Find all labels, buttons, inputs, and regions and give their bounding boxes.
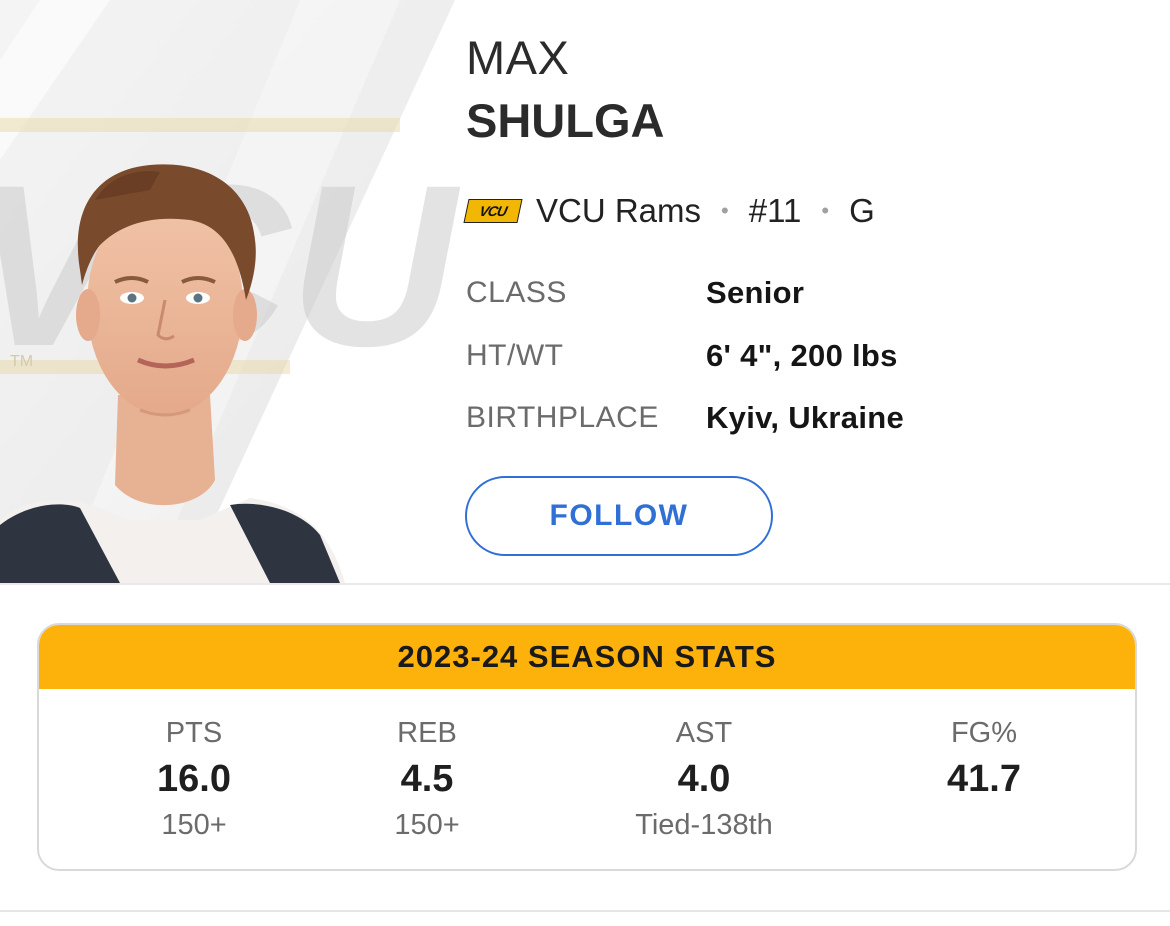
player-header: VCU TM (0, 0, 1170, 583)
stat-rank: Tied-138th (635, 809, 773, 841)
player-position: G (849, 192, 875, 229)
stat-label: AST (675, 717, 733, 749)
stat-label: FG% (950, 717, 1018, 749)
info-row-birthplace: BIRTHPLACE Kyiv, Ukraine (466, 396, 904, 440)
svg-text:TM: TM (10, 353, 33, 370)
separator-dot: • (721, 198, 729, 223)
season-stats-title: 2023-24 SEASON STATS (39, 625, 1135, 689)
team-name-link[interactable]: VCU Rams (536, 192, 701, 230)
stat-assists: AST 4.0 Tied-138th (574, 713, 834, 845)
team-logo-icon: VCU (463, 199, 523, 223)
stat-label: REB (397, 717, 457, 749)
stat-value: 4.0 (677, 758, 731, 800)
stat-rank: 150+ (161, 809, 227, 841)
info-label: HT/WT (466, 339, 564, 372)
separator-dot: • (821, 198, 830, 223)
stat-rebounds: REB 4.5 150+ (297, 713, 557, 845)
stat-value: 16.0 (157, 758, 231, 800)
info-value: Senior (706, 275, 805, 310)
stat-field-goal-pct: FG% 41.7 (854, 713, 1114, 845)
info-value: Kyiv, Ukraine (706, 400, 905, 435)
player-last-name: SHULGA (466, 94, 665, 147)
player-headshot: VCU TM (0, 0, 460, 583)
season-stats-card: 2023-24 SEASON STATS PTS 16.0 150+ REB 4… (37, 623, 1137, 871)
team-line: VCU VCU Rams • #11 • G (463, 189, 875, 233)
section-divider (0, 910, 1170, 912)
stat-value: 41.7 (947, 758, 1021, 800)
player-first-name: MAX (466, 31, 570, 84)
stats-row: PTS 16.0 150+ REB 4.5 150+ AST 4.0 Tied-… (39, 689, 1135, 869)
info-row-class: CLASS Senior (466, 271, 804, 315)
jersey-number: #11 (748, 192, 802, 229)
stat-rank: 150+ (394, 809, 460, 841)
info-label: BIRTHPLACE (466, 401, 659, 434)
info-value: 6' 4", 200 lbs (706, 338, 898, 373)
stat-label: PTS (165, 717, 223, 749)
stat-rank (854, 805, 1114, 845)
stat-points: PTS 16.0 150+ (64, 713, 324, 845)
stat-value: 4.5 (400, 758, 454, 800)
section-divider (0, 583, 1170, 585)
follow-button[interactable]: FOLLOW (465, 476, 773, 556)
info-label: CLASS (466, 276, 567, 309)
info-row-height-weight: HT/WT 6' 4", 200 lbs (466, 334, 898, 378)
